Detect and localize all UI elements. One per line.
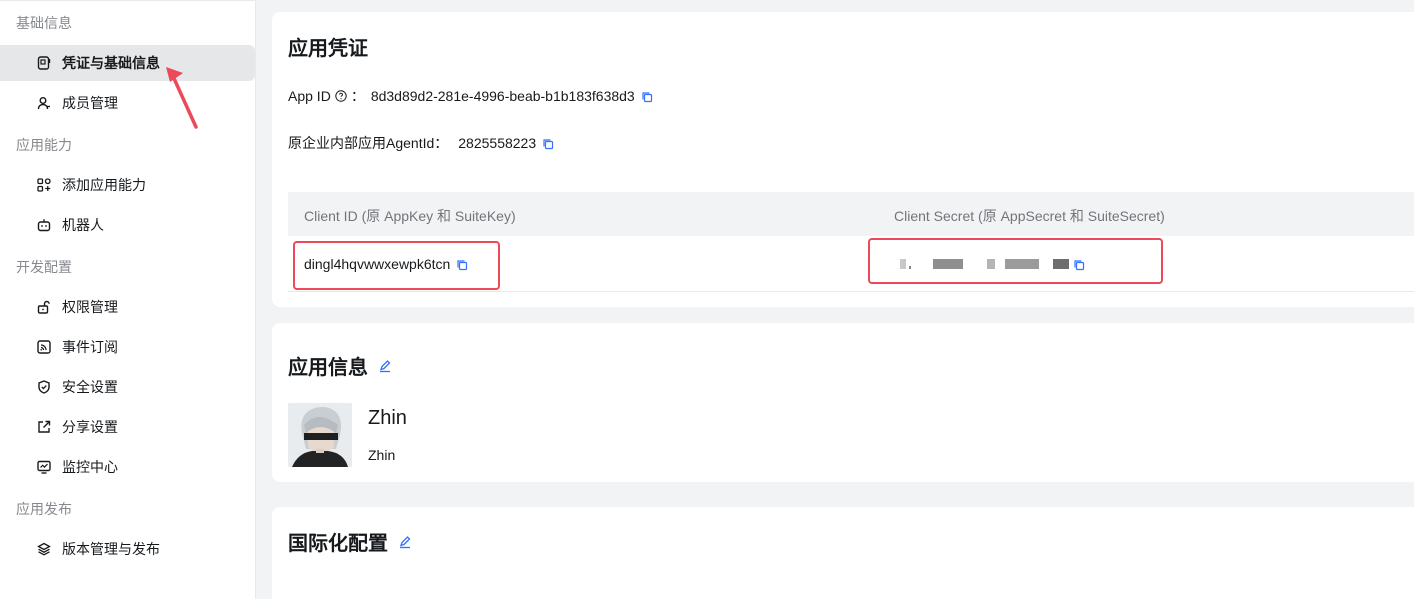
app-info-title-row: 应用信息: [288, 351, 392, 380]
sidebar-item-monitor[interactable]: 监控中心: [0, 449, 256, 485]
app-id-label: App ID: [288, 88, 331, 104]
sidebar-item-share[interactable]: 分享设置: [0, 409, 256, 445]
share-icon: [36, 419, 52, 435]
divider: [0, 0, 256, 1]
sidebar: 基础信息 凭证与基础信息 成员管理 应用能力 添加应用能力 机器人 开发配置 权…: [0, 0, 256, 599]
app-id-row: App ID ： 8d3d89d2-281e-4996-beab-b1b183f…: [288, 86, 653, 106]
highlight-client-id: [293, 241, 500, 290]
sidebar-item-event-subscription[interactable]: 事件订阅: [0, 329, 256, 365]
table-header: Client ID (原 AppKey 和 SuiteKey) Client S…: [288, 192, 1414, 236]
app-description: Zhin: [368, 447, 396, 463]
robot-icon: [36, 217, 52, 233]
sidebar-item-label: 事件订阅: [62, 339, 118, 355]
sidebar-item-label: 分享设置: [62, 419, 118, 435]
app-id-separator: ：: [350, 88, 365, 104]
edit-icon[interactable]: [378, 359, 392, 373]
copy-icon[interactable]: [641, 90, 653, 103]
sidebar-item-permission[interactable]: 权限管理: [0, 289, 256, 325]
sidebar-item-label: 凭证与基础信息: [62, 55, 160, 71]
add-capability-icon: [36, 177, 52, 193]
group-title-publish: 应用发布: [16, 501, 72, 517]
app-info-title: 应用信息: [288, 357, 368, 379]
app-id-value: 8d3d89d2-281e-4996-beab-b1b183f638d3: [370, 88, 635, 104]
sidebar-item-label: 监控中心: [62, 459, 118, 475]
event-subscription-icon: [36, 339, 52, 355]
agent-id-value: 2825558223: [458, 135, 537, 151]
credentials-card: 应用凭证 App ID ： 8d3d89d2-281e-4996-beab-b1…: [272, 12, 1414, 307]
sidebar-item-label: 机器人: [62, 217, 104, 233]
monitor-icon: [36, 459, 52, 475]
sidebar-item-label: 安全设置: [62, 379, 118, 395]
highlight-client-secret: [868, 238, 1163, 284]
app-avatar: [288, 403, 352, 467]
credentials-title: 应用凭证: [288, 38, 368, 60]
agent-id-row: 原企业内部应用AgentId： 2825558223: [288, 133, 554, 153]
help-icon[interactable]: [335, 90, 347, 102]
copy-icon[interactable]: [542, 137, 554, 150]
column-header-client-id: Client ID (原 AppKey 和 SuiteKey): [304, 208, 516, 224]
sidebar-item-add-capability[interactable]: 添加应用能力: [0, 167, 256, 203]
edit-icon[interactable]: [398, 535, 412, 549]
permission-icon: [36, 299, 52, 315]
sidebar-item-label: 权限管理: [62, 299, 118, 315]
member-icon: [36, 95, 52, 111]
app-name: Zhin: [368, 407, 407, 429]
shield-icon: [36, 379, 52, 395]
agent-id-label: 原企业内部应用AgentId：: [288, 135, 449, 151]
intl-title-row: 国际化配置: [288, 527, 412, 556]
sidebar-item-label: 成员管理: [62, 95, 118, 111]
group-title-capability: 应用能力: [16, 137, 72, 153]
group-title-basic: 基础信息: [16, 15, 72, 31]
sidebar-item-members[interactable]: 成员管理: [0, 85, 256, 121]
app-info-card: 应用信息 Zhin Zhin: [272, 323, 1414, 482]
intl-title: 国际化配置: [288, 533, 388, 555]
annotation-arrow: [166, 67, 198, 129]
sidebar-item-version[interactable]: 版本管理与发布: [0, 531, 256, 567]
sidebar-item-robot[interactable]: 机器人: [0, 207, 256, 243]
sidebar-item-credentials[interactable]: 凭证与基础信息: [0, 45, 255, 81]
intl-card: 国际化配置: [272, 507, 1414, 599]
sidebar-item-label: 添加应用能力: [62, 177, 146, 193]
sidebar-item-label: 版本管理与发布: [62, 541, 160, 557]
column-header-client-secret: Client Secret (原 AppSecret 和 SuiteSecret…: [894, 208, 1165, 224]
layers-icon: [36, 541, 52, 557]
credential-icon: [36, 55, 52, 71]
group-title-dev-config: 开发配置: [16, 259, 72, 275]
sidebar-item-security[interactable]: 安全设置: [0, 369, 256, 405]
